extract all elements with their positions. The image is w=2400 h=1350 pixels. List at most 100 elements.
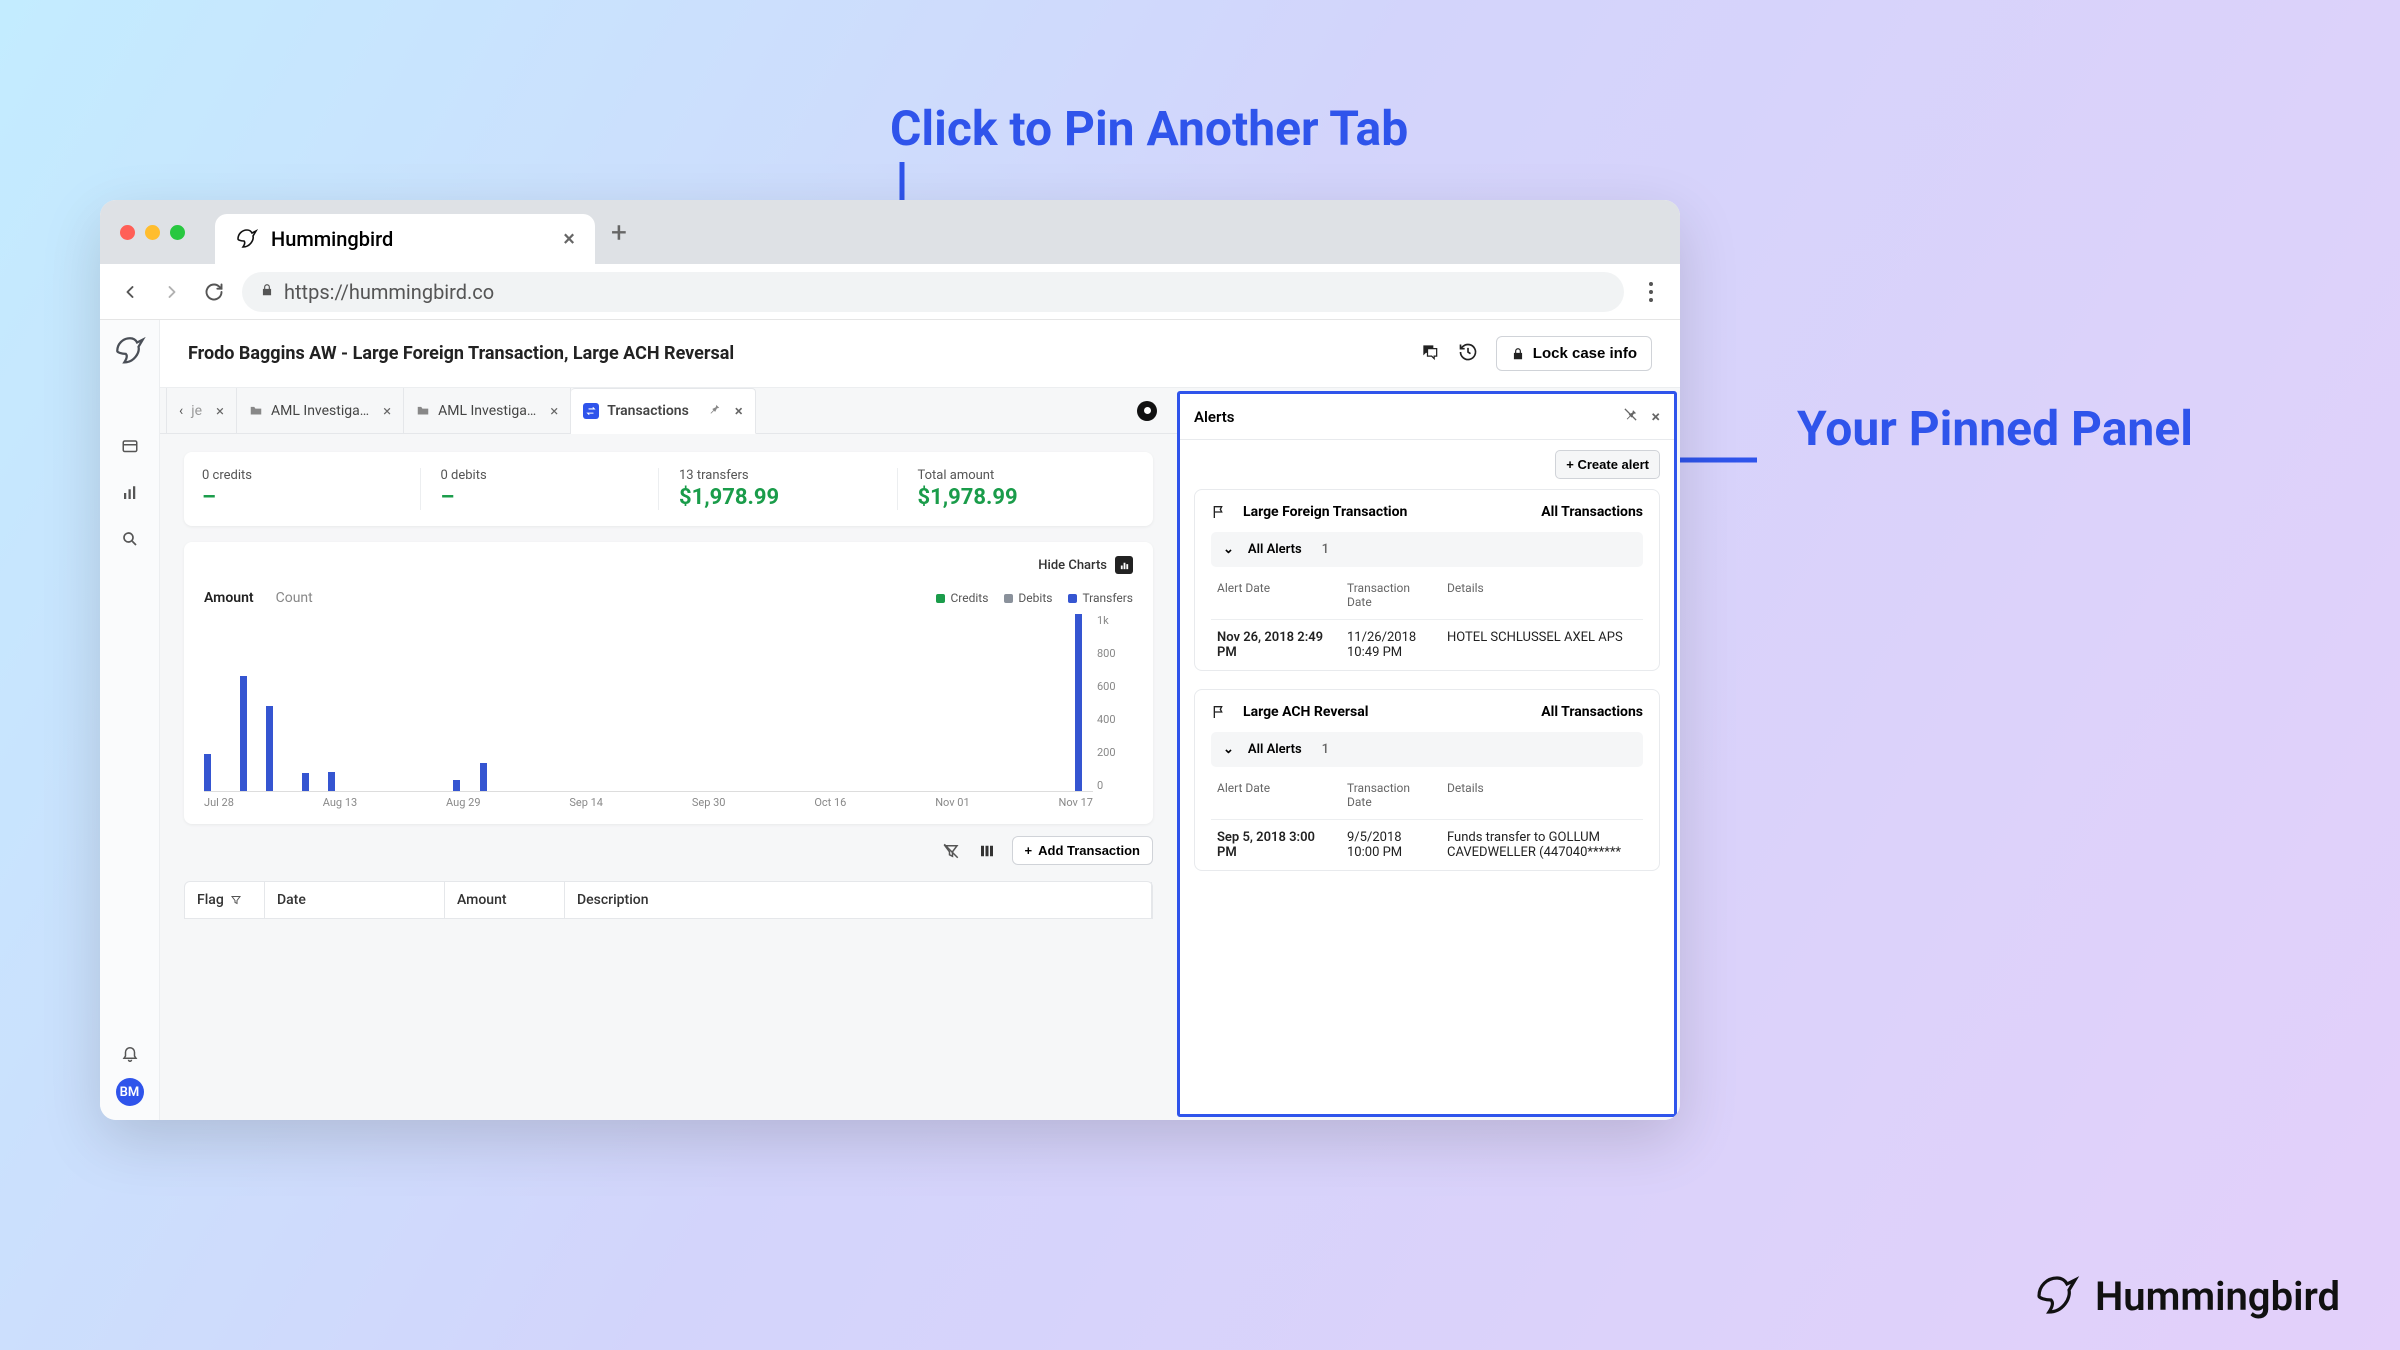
arrow-right-icon (162, 282, 182, 302)
sidebar-notifications[interactable] (119, 1042, 141, 1064)
pinned-panel-header: Alerts × (1180, 394, 1674, 440)
alert-card: Large Foreign Transaction All Transactio… (1194, 489, 1660, 671)
alert-card: Large ACH Reversal All Transactions ⌄ Al… (1194, 689, 1660, 871)
alerts-body: + Create alert Large Foreign Transaction… (1180, 440, 1674, 1114)
lock-case-button[interactable]: Lock case info (1496, 336, 1652, 371)
columns-icon[interactable] (976, 840, 998, 862)
unpin-icon[interactable] (1623, 407, 1638, 426)
chart-icon[interactable] (1115, 556, 1133, 574)
folder-icon (249, 404, 263, 418)
tx-toolbar: + Add Transaction (184, 836, 1153, 865)
tab-aml-2[interactable]: AML Investiga… × (404, 388, 571, 433)
folder-icon (416, 404, 430, 418)
close-panel-icon[interactable]: × (1652, 407, 1661, 426)
chart-tab-amount[interactable]: Amount (204, 590, 254, 606)
browser-window: Hummingbird × + https://hummingbird.co (100, 200, 1680, 1120)
alert-row[interactable]: Nov 26, 2018 2:49 PM 11/26/2018 10:49 PM… (1211, 630, 1643, 660)
pinned-panel: Alerts × + Create alert (1177, 391, 1677, 1117)
case-title: Frodo Baggins AW - Large Foreign Transac… (188, 343, 734, 364)
sidebar-item-dashboard[interactable] (119, 436, 141, 458)
left-panel: ‹ je × AML Investiga… × AML Investiga… (160, 388, 1177, 1120)
close-tab-icon[interactable]: × (383, 402, 391, 420)
hummingbird-icon (2033, 1272, 2081, 1320)
comments-icon[interactable] (1420, 342, 1440, 366)
alert-expand[interactable]: ⌄ All Alerts 1 (1211, 732, 1643, 767)
record-button[interactable] (1137, 401, 1157, 421)
minimize-window-icon[interactable] (145, 225, 160, 240)
reload-icon (204, 282, 224, 302)
chevron-down-icon: ⌄ (1223, 542, 1234, 557)
alert-expand[interactable]: ⌄ All Alerts 1 (1211, 532, 1643, 567)
new-tab-button[interactable]: + (611, 216, 627, 249)
window-controls[interactable] (120, 225, 185, 240)
close-tab-icon[interactable]: × (563, 227, 575, 252)
sidebar: BM (100, 320, 160, 1120)
chart-tab-count[interactable]: Count (276, 590, 313, 606)
flag-icon (1211, 704, 1227, 720)
all-transactions-link[interactable]: All Transactions (1541, 504, 1643, 520)
summary-transfers: 13 transfers $1,978.99 (679, 468, 898, 510)
tx-table-header: Flag Date Amount Description (184, 881, 1153, 919)
app-root: BM Frodo Baggins AW - Large Foreign Tran… (100, 320, 1680, 1120)
plus-icon: + (1025, 843, 1033, 858)
filter-icon (230, 894, 242, 906)
address-bar-row: https://hummingbird.co (100, 264, 1680, 320)
chart-plot: 1k 800 600 400 200 0 Jul 28 (204, 614, 1133, 814)
hide-charts-button[interactable]: Hide Charts (1038, 558, 1107, 573)
history-icon[interactable] (1458, 342, 1478, 366)
tab-aml-1[interactable]: AML Investiga… × (237, 388, 404, 433)
all-transactions-link[interactable]: All Transactions (1541, 704, 1643, 720)
close-tab-icon[interactable]: × (735, 402, 743, 420)
avatar[interactable]: BM (116, 1078, 144, 1106)
brand-logo: Hummingbird (2033, 1272, 2340, 1320)
filter-off-icon[interactable] (940, 840, 962, 862)
maximize-window-icon[interactable] (170, 225, 185, 240)
summary-credits: 0 credits – (202, 468, 421, 510)
add-transaction-button[interactable]: + Add Transaction (1012, 836, 1153, 865)
th-date[interactable]: Date (265, 882, 445, 918)
pin-icon[interactable] (707, 402, 721, 420)
arrow-left-icon (120, 282, 140, 302)
browser-tab-title: Hummingbird (271, 227, 393, 251)
lock-icon (1511, 347, 1525, 361)
close-tab-icon[interactable]: × (550, 402, 558, 420)
content-area: Frodo Baggins AW - Large Foreign Transac… (160, 320, 1680, 1120)
url-text: https://hummingbird.co (284, 280, 494, 304)
panels: ‹ je × AML Investiga… × AML Investiga… (160, 388, 1680, 1120)
chart-card: Hide Charts Amount Count Cr (184, 542, 1153, 824)
reload-button[interactable] (200, 278, 228, 306)
chevron-down-icon: ⌄ (1223, 742, 1234, 757)
summary-debits: 0 debits – (441, 468, 660, 510)
browser-menu-button[interactable] (1638, 279, 1664, 305)
annotation-panel: Your Pinned Panel (1760, 400, 2230, 457)
tab-nav-back[interactable]: ‹ je × (166, 388, 237, 433)
lock-icon (260, 283, 274, 301)
forward-button[interactable] (158, 278, 186, 306)
close-tab-icon[interactable]: × (216, 402, 224, 420)
create-alert-button[interactable]: + Create alert (1555, 450, 1660, 479)
address-bar[interactable]: https://hummingbird.co (242, 272, 1624, 312)
back-button[interactable] (116, 278, 144, 306)
annotation-pin: Click to Pin Another Tab (890, 100, 1408, 157)
tabbar: ‹ je × AML Investiga… × AML Investiga… (160, 388, 1177, 434)
chevron-left-icon: ‹ (179, 403, 183, 419)
sidebar-item-analytics[interactable] (119, 482, 141, 504)
transactions-body: 0 credits – 0 debits – 13 transfers $1,9… (160, 434, 1177, 1120)
close-window-icon[interactable] (120, 225, 135, 240)
case-header: Frodo Baggins AW - Large Foreign Transac… (160, 320, 1680, 388)
alert-row[interactable]: Sep 5, 2018 3:00 PM 9/5/2018 10:00 PM Fu… (1211, 830, 1643, 860)
hummingbird-icon (235, 227, 259, 251)
browser-tabstrip: Hummingbird × + (100, 200, 1680, 264)
flag-icon (1211, 504, 1227, 520)
transactions-icon (583, 403, 599, 419)
browser-tab[interactable]: Hummingbird × (215, 214, 595, 264)
th-description[interactable]: Description (565, 882, 1152, 918)
app-logo-icon[interactable] (113, 334, 147, 368)
chart-legend: Credits Debits Transfers (936, 591, 1133, 605)
sidebar-item-search[interactable] (119, 528, 141, 550)
tab-transactions[interactable]: Transactions × (571, 388, 756, 434)
summary-total: Total amount $1,978.99 (918, 468, 1136, 510)
summary-card: 0 credits – 0 debits – 13 transfers $1,9… (184, 452, 1153, 526)
th-flag[interactable]: Flag (185, 882, 265, 918)
th-amount[interactable]: Amount (445, 882, 565, 918)
